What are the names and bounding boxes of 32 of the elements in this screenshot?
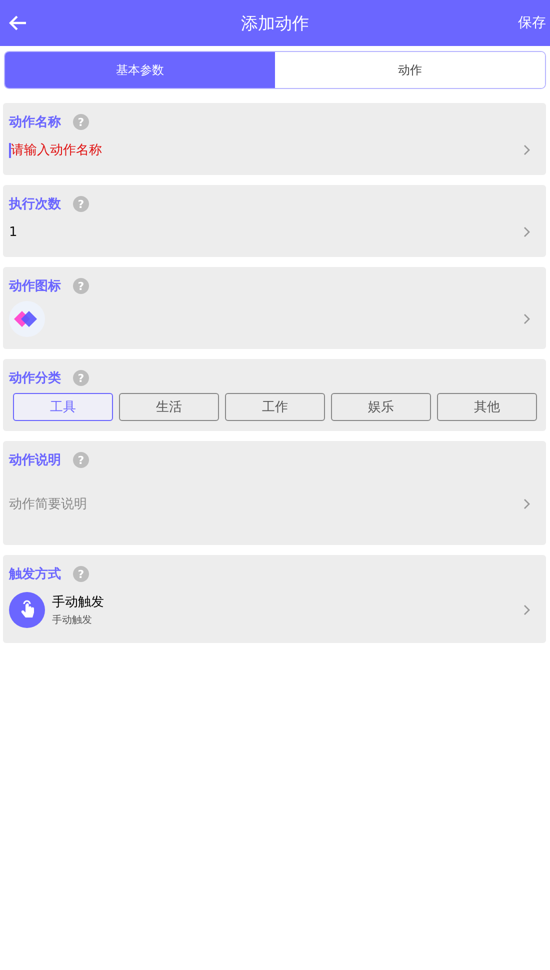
category-option[interactable]: 工作: [225, 393, 325, 421]
field-label: 执行次数: [9, 196, 61, 213]
category-option[interactable]: 工具: [13, 393, 113, 421]
field-label: 动作分类: [9, 370, 61, 387]
category-option[interactable]: 其他: [437, 393, 537, 421]
help-badge[interactable]: ?: [73, 114, 89, 130]
name-input[interactable]: 请输入动作名称: [11, 142, 211, 158]
chevron-right-icon: [523, 313, 531, 325]
chevron-right-icon: [523, 144, 531, 156]
chevron-right-icon: [523, 604, 531, 616]
field-label: 动作说明: [9, 452, 61, 469]
tab[interactable]: 基本参数: [5, 52, 275, 88]
hand-tap-icon: [9, 592, 45, 628]
back-arrow-icon[interactable]: [9, 15, 27, 31]
category-option[interactable]: 生活: [119, 393, 219, 421]
description-placeholder[interactable]: 动作简要说明: [9, 495, 87, 513]
help-badge[interactable]: ?: [73, 370, 89, 386]
save-button[interactable]: 保存: [518, 14, 546, 32]
category-option[interactable]: 娱乐: [331, 393, 431, 421]
page-title: 添加动作: [241, 14, 309, 34]
help-badge[interactable]: ?: [73, 196, 89, 212]
trigger-subtitle: 手动触发: [52, 614, 93, 627]
chevron-right-icon: [523, 226, 531, 238]
count-value: 1: [9, 224, 18, 240]
help-badge[interactable]: ?: [73, 566, 89, 582]
field-label: 动作名称: [9, 114, 61, 131]
trigger-title: 手动触发: [52, 594, 104, 611]
field-label: 触发方式: [9, 566, 61, 583]
help-badge[interactable]: ?: [73, 278, 89, 294]
chevron-right-icon: [523, 498, 531, 510]
field-label: 动作图标: [9, 278, 61, 295]
help-badge[interactable]: ?: [73, 452, 89, 468]
